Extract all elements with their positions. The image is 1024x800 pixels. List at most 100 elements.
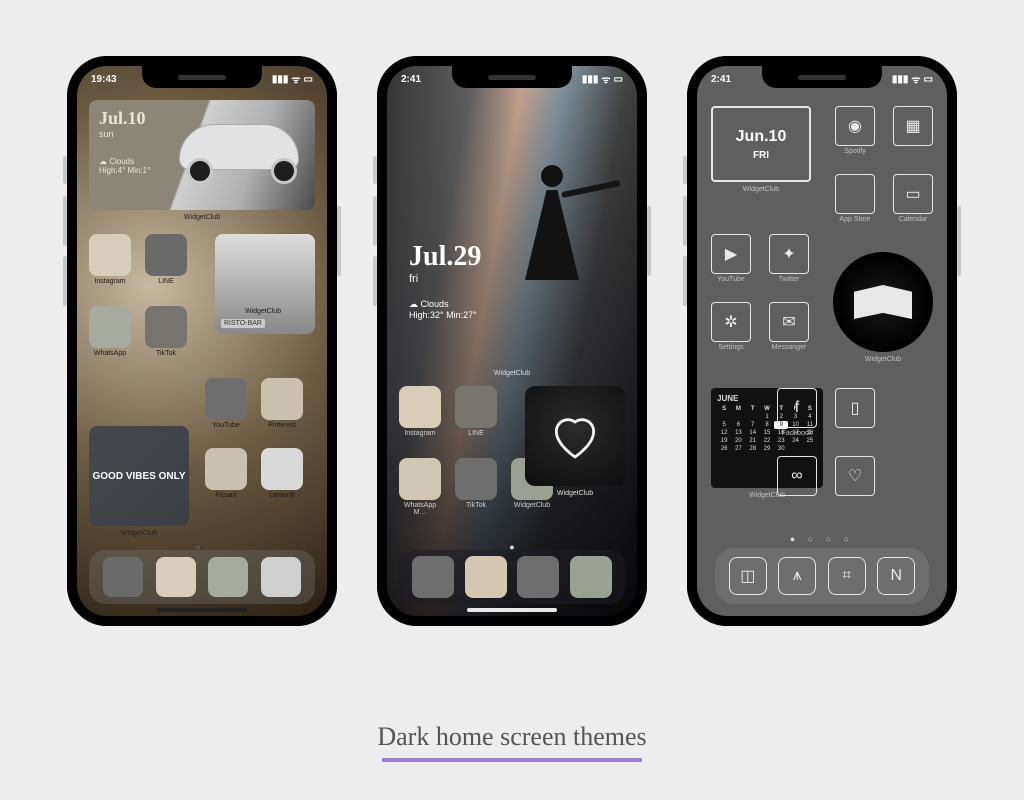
dock-icon-slack[interactable]: ⌗: [828, 557, 866, 595]
home-indicator[interactable]: [157, 608, 247, 612]
dock: ◫ ⩚ ⌗ N: [715, 548, 929, 604]
app-icon-instagram[interactable]: Instagram: [89, 234, 131, 285]
side-button: [63, 256, 67, 306]
widget-label: WidgetClub: [77, 214, 327, 221]
dock-icon[interactable]: [570, 556, 612, 598]
app-icon-calendar[interactable]: ▭Calendar: [893, 174, 933, 223]
dock-icon-notion[interactable]: N: [877, 557, 915, 595]
date-widget[interactable]: Jun.10 FRI: [711, 106, 811, 182]
app-icon-whatsapp[interactable]: WhatsApp M…: [399, 458, 441, 516]
app-icon-widgetclub[interactable]: WidgetClub: [257, 306, 299, 357]
notch: [762, 66, 882, 88]
dock-icon-appstore[interactable]: ⩚: [778, 557, 816, 595]
side-button: [63, 156, 67, 184]
good-vibes-widget[interactable]: GOOD VIBES ONLY: [89, 426, 189, 526]
widget-date: Jul.29: [409, 241, 481, 273]
page-dots[interactable]: ● ○ ○ ○: [697, 534, 947, 544]
app-icon-spotify[interactable]: ◉Spotify: [835, 106, 875, 155]
youtube-icon: ▶: [711, 234, 751, 274]
app-icon[interactable]: ♡: [835, 456, 875, 498]
page-caption: Dark home screen themes: [0, 722, 1024, 762]
status-time: 2:41: [401, 74, 421, 85]
spotify-icon: ◉: [835, 106, 875, 146]
app-icon[interactable]: ▯: [835, 388, 875, 437]
facebook-icon: f: [777, 388, 817, 428]
side-button: [683, 256, 687, 306]
app-icon-instagram[interactable]: Instagram: [399, 386, 441, 437]
phone-2: 2:41 ▮▮▮ᯤ▭ Jul.29 fri ☁ Clouds High:32° …: [377, 56, 647, 626]
side-button: [337, 206, 341, 276]
apple-icon: [835, 174, 875, 214]
widget-day: fri: [409, 273, 481, 285]
app-icon-appstore[interactable]: App Store: [835, 174, 875, 223]
hero-widget[interactable]: Jul.29 fri ☁ Clouds High:32° Min:27°: [397, 100, 627, 368]
calendar-icon: ▭: [893, 174, 933, 214]
widget-day: FRI: [753, 150, 769, 161]
app-icon-lemon8[interactable]: Lemon8: [261, 448, 303, 499]
grid-icon: ▦: [893, 106, 933, 146]
side-button: [683, 156, 687, 184]
app-icon-youtube[interactable]: ▶YouTube: [711, 234, 751, 283]
widget-weather: ☁ Clouds High:32° Min:27°: [409, 299, 481, 322]
status-time: 19:43: [91, 74, 117, 85]
file-icon: ▯: [835, 388, 875, 428]
status-icons: ▮▮▮ᯤ▭: [892, 72, 933, 86]
side-button: [683, 196, 687, 246]
figure-illustration: [517, 150, 587, 300]
side-button: [647, 206, 651, 276]
app-icon-messenger[interactable]: ✉Messanger: [769, 302, 809, 351]
dock: [399, 550, 625, 604]
dock-icon[interactable]: [465, 556, 507, 598]
dock-icon-instagram[interactable]: ◫: [729, 557, 767, 595]
notch: [142, 66, 262, 88]
app-icon-twitter[interactable]: ✦Twitter: [769, 234, 809, 283]
app-icon-whatsapp[interactable]: WhatsApp: [89, 306, 131, 357]
app-icon-youtube[interactable]: YouTube: [205, 378, 247, 429]
heart-icon: [547, 408, 603, 464]
heart-icon: ♡: [835, 456, 875, 496]
app-icon-settings[interactable]: ✲Settings: [711, 302, 751, 351]
dock-icon[interactable]: [261, 557, 301, 597]
app-icon-picsart[interactable]: Picsart: [205, 448, 247, 499]
dock-icon[interactable]: [156, 557, 196, 597]
widget-label: WidgetClub: [711, 186, 811, 193]
dock-icon[interactable]: [103, 557, 143, 597]
app-icon[interactable]: ▦: [893, 106, 933, 155]
notch: [452, 66, 572, 88]
side-button: [957, 206, 961, 276]
app-icon-facebook[interactable]: fFacebook: [777, 388, 817, 437]
home-indicator[interactable]: [467, 608, 557, 612]
heart-widget[interactable]: [525, 386, 625, 486]
status-time: 2:41: [711, 74, 731, 85]
app-icon-tiktok[interactable]: TikTok: [455, 458, 497, 516]
widget-label: WidgetClub: [525, 490, 625, 497]
side-button: [373, 156, 377, 184]
app-icon-line[interactable]: LINE: [455, 386, 497, 437]
side-button: [63, 196, 67, 246]
dock-icon[interactable]: [412, 556, 454, 598]
app-icon-tiktok[interactable]: TikTok: [145, 306, 187, 357]
dock-icon[interactable]: [517, 556, 559, 598]
twitter-icon: ✦: [769, 234, 809, 274]
messenger-icon: ✉: [769, 302, 809, 342]
widget-date: Jun.10: [736, 128, 787, 146]
phone-3: 2:41 ▮▮▮ᯤ▭ Jun.10 FRI WidgetClub ◉Spotif…: [687, 56, 957, 626]
status-icons: ▮▮▮ᯤ▭: [582, 72, 623, 86]
caption-underline: [382, 758, 642, 762]
date-weather-widget[interactable]: Jul.10 sun ☁ Clouds High:4° Min:1°: [89, 100, 315, 210]
widget-label: WidgetClub: [833, 356, 933, 363]
widget-label: WidgetClub: [387, 370, 637, 377]
widget-label: WidgetClub: [89, 530, 189, 537]
status-icons: ▮▮▮ᯤ▭: [272, 72, 313, 86]
phone-1: 19:43 ▮▮▮ᯤ▭ Jul.10 sun ☁ Clouds High:4° …: [67, 56, 337, 626]
app-icon-line[interactable]: LINE: [145, 234, 187, 285]
app-icon-pinterest[interactable]: Pinterest: [261, 378, 303, 429]
book-widget[interactable]: [833, 252, 933, 352]
side-button: [373, 196, 377, 246]
good-vibes-text: GOOD VIBES ONLY: [93, 470, 186, 483]
side-button: [373, 256, 377, 306]
dock: [89, 550, 315, 604]
dock-icon[interactable]: [208, 557, 248, 597]
app-icon[interactable]: ∞: [777, 456, 817, 498]
car-illustration: [169, 110, 309, 190]
